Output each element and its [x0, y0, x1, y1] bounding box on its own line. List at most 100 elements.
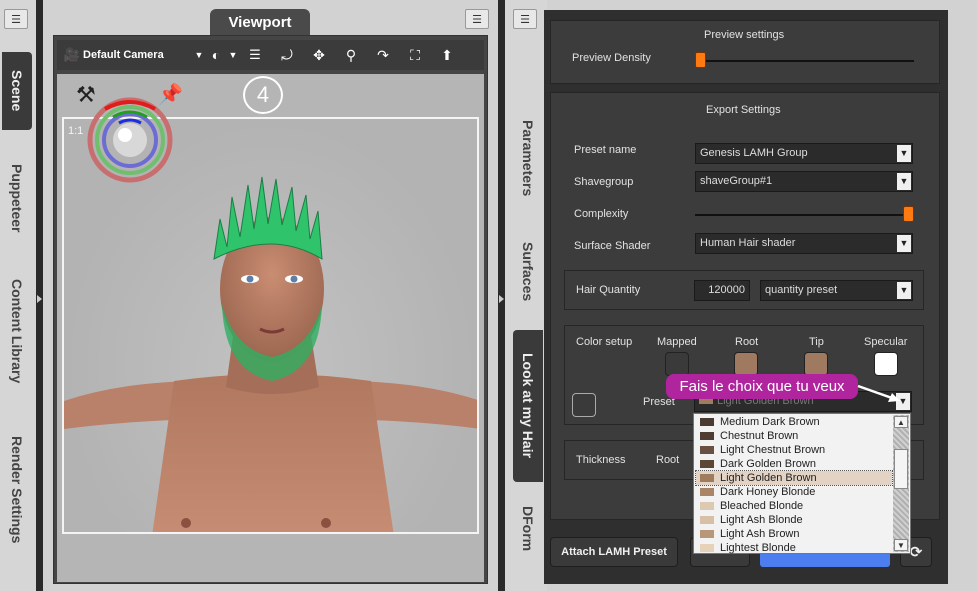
complexity-label: Complexity	[574, 208, 629, 220]
tab-content-library-label: Content Library	[9, 278, 25, 384]
camera-select[interactable]: Default Camera	[83, 49, 193, 61]
list-item-selected[interactable]: Light Golden Brown	[695, 470, 893, 486]
list-item-swatch	[700, 418, 714, 426]
annotation-callout: Fais le choix que tu veux	[666, 374, 858, 399]
tab-look-at-my-hair[interactable]: Look at my Hair	[513, 330, 543, 482]
list-item-label: Dark Golden Brown	[720, 458, 816, 470]
hair-quantity-group: Hair Quantity 120000 quantity preset ▼	[564, 270, 924, 310]
preset-name-value: Genesis LAMH Group	[700, 147, 808, 159]
preset-name-label: Preset name	[574, 144, 637, 156]
list-item-swatch	[700, 460, 714, 468]
list-item[interactable]: Medium Dark Brown	[696, 415, 892, 429]
viewport-options-icon[interactable]: ☰	[239, 47, 271, 63]
scroll-down-icon[interactable]: ▼	[894, 539, 908, 551]
chevron-down-icon[interactable]: ▼	[897, 282, 911, 299]
color-preset-list[interactable]: Medium Dark Brown Chestnut Brown Light C…	[693, 413, 911, 554]
list-item-swatch	[700, 544, 714, 552]
mapped-label: Mapped	[657, 336, 697, 348]
viewport-tab[interactable]: Viewport	[210, 9, 310, 35]
list-item-label: Medium Dark Brown	[720, 416, 820, 428]
tab-content-library[interactable]: Content Library	[2, 262, 32, 400]
hair-quantity-input[interactable]: 120000	[694, 280, 750, 301]
list-scrollbar[interactable]: ▲ ▼	[893, 415, 909, 552]
quantity-preset-value: quantity preset	[765, 284, 838, 296]
camera-dropdown-icon[interactable]: ▼	[193, 50, 205, 60]
surface-shader-select[interactable]: Human Hair shader ▼	[695, 233, 913, 254]
list-item-label: Chestnut Brown	[720, 430, 799, 442]
preview-density-track[interactable]	[696, 60, 914, 62]
list-item[interactable]: Light Ash Blonde	[696, 513, 892, 527]
pan-icon[interactable]: ✥	[303, 47, 335, 64]
color-setup-label: Color setup	[576, 336, 633, 348]
shavegroup-select[interactable]: shaveGroup#1 ▼	[695, 171, 913, 192]
tab-surfaces[interactable]: Surfaces	[513, 234, 543, 310]
list-item-swatch	[700, 502, 714, 510]
shavegroup-value: shaveGroup#1	[700, 175, 773, 187]
preset-name-select[interactable]: Genesis LAMH Group ▼	[695, 143, 913, 164]
collapse-arrow-right-icon[interactable]	[499, 295, 504, 303]
tab-scene[interactable]: Scene	[2, 52, 32, 130]
thickness-root-label: Root	[656, 454, 680, 466]
list-item-swatch	[700, 446, 714, 454]
pane-menu-icon[interactable]: ☰	[4, 9, 28, 29]
viewport-menu-icon[interactable]: ☰	[465, 9, 489, 29]
draw-style-icon[interactable]: ◐	[205, 47, 227, 63]
complexity-track[interactable]	[695, 214, 909, 216]
frame-icon[interactable]: ⛶	[399, 47, 431, 64]
tab-parameters[interactable]: Parameters	[513, 110, 543, 206]
chevron-down-icon[interactable]: ▼	[897, 235, 911, 252]
right-pane-menu-icon[interactable]: ☰	[513, 9, 537, 29]
left-tab-strip: ☰ Scene Puppeteer Content Library Render…	[0, 0, 36, 591]
rotate-icon[interactable]: ↷	[367, 47, 399, 64]
root-color-swatch[interactable]	[734, 352, 758, 376]
viewport-toolbar: 🎥 Default Camera ▼ ◐ ▼ ☰ ⤾ ✥ ⚲ ↷ ⛶ ⬆	[57, 40, 484, 70]
tab-render-settings[interactable]: Render Settings	[2, 420, 32, 560]
list-item-swatch	[700, 530, 714, 538]
tip-color-swatch[interactable]	[804, 352, 828, 376]
list-item-label: Lightest Blonde	[720, 542, 796, 554]
scroll-up-icon[interactable]: ▲	[894, 416, 908, 428]
export-settings-title: Export Settings	[706, 104, 781, 116]
tab-puppeteer[interactable]: Puppeteer	[2, 148, 32, 248]
shavegroup-label: Shavegroup	[574, 176, 634, 188]
orbit-icon[interactable]: ⤾	[271, 47, 303, 64]
list-item[interactable]: Light Chestnut Brown	[696, 443, 892, 457]
list-item[interactable]: Dark Golden Brown	[696, 457, 892, 471]
preview-settings-title: Preview settings	[704, 29, 785, 41]
navigation-icon[interactable]: ⬆	[431, 47, 463, 64]
tab-dform[interactable]: DForm	[513, 498, 543, 560]
complexity-slider[interactable]	[903, 206, 914, 222]
list-item[interactable]: Lightest Blonde	[696, 541, 892, 555]
list-item-swatch	[700, 516, 714, 524]
thickness-label: Thickness	[576, 454, 626, 466]
specular-label: Specular	[864, 336, 908, 348]
attach-lamh-preset-button[interactable]: Attach LAMH Preset	[550, 537, 678, 567]
list-item[interactable]: Light Ash Brown	[696, 527, 892, 541]
chevron-down-icon[interactable]: ▼	[897, 145, 911, 162]
list-item[interactable]: Chestnut Brown	[696, 429, 892, 443]
preview-density-slider[interactable]	[695, 52, 706, 68]
surface-shader-label: Surface Shader	[574, 240, 651, 252]
surface-shader-value: Human Hair shader	[700, 237, 796, 249]
zoom-icon[interactable]: ⚲	[335, 47, 367, 64]
tab-scene-label: Scene	[9, 70, 25, 112]
chevron-down-icon[interactable]: ▼	[897, 173, 911, 190]
camera-icon[interactable]: 🎥	[61, 47, 83, 63]
preset-color-swatch[interactable]	[572, 393, 596, 417]
specular-color-swatch[interactable]	[874, 352, 898, 376]
scroll-thumb[interactable]	[894, 449, 908, 489]
list-item-swatch	[700, 432, 714, 440]
tab-look-at-my-hair-label: Look at my Hair	[520, 353, 536, 459]
left-splitter[interactable]	[36, 0, 43, 591]
list-item[interactable]: Dark Honey Blonde	[696, 485, 892, 499]
tab-parameters-label: Parameters	[520, 119, 536, 197]
collapse-arrow-icon[interactable]	[37, 295, 42, 303]
rotation-gizmo[interactable]	[85, 95, 175, 185]
mapped-swatch[interactable]	[665, 352, 689, 376]
quantity-preset-select[interactable]: quantity preset ▼	[760, 280, 913, 301]
draw-style-dropdown-icon[interactable]: ▼	[227, 50, 239, 60]
right-splitter[interactable]	[498, 0, 505, 591]
list-item[interactable]: Bleached Blonde	[696, 499, 892, 513]
callout-arrow-icon	[857, 384, 900, 402]
hair-quantity-label: Hair Quantity	[576, 284, 641, 296]
